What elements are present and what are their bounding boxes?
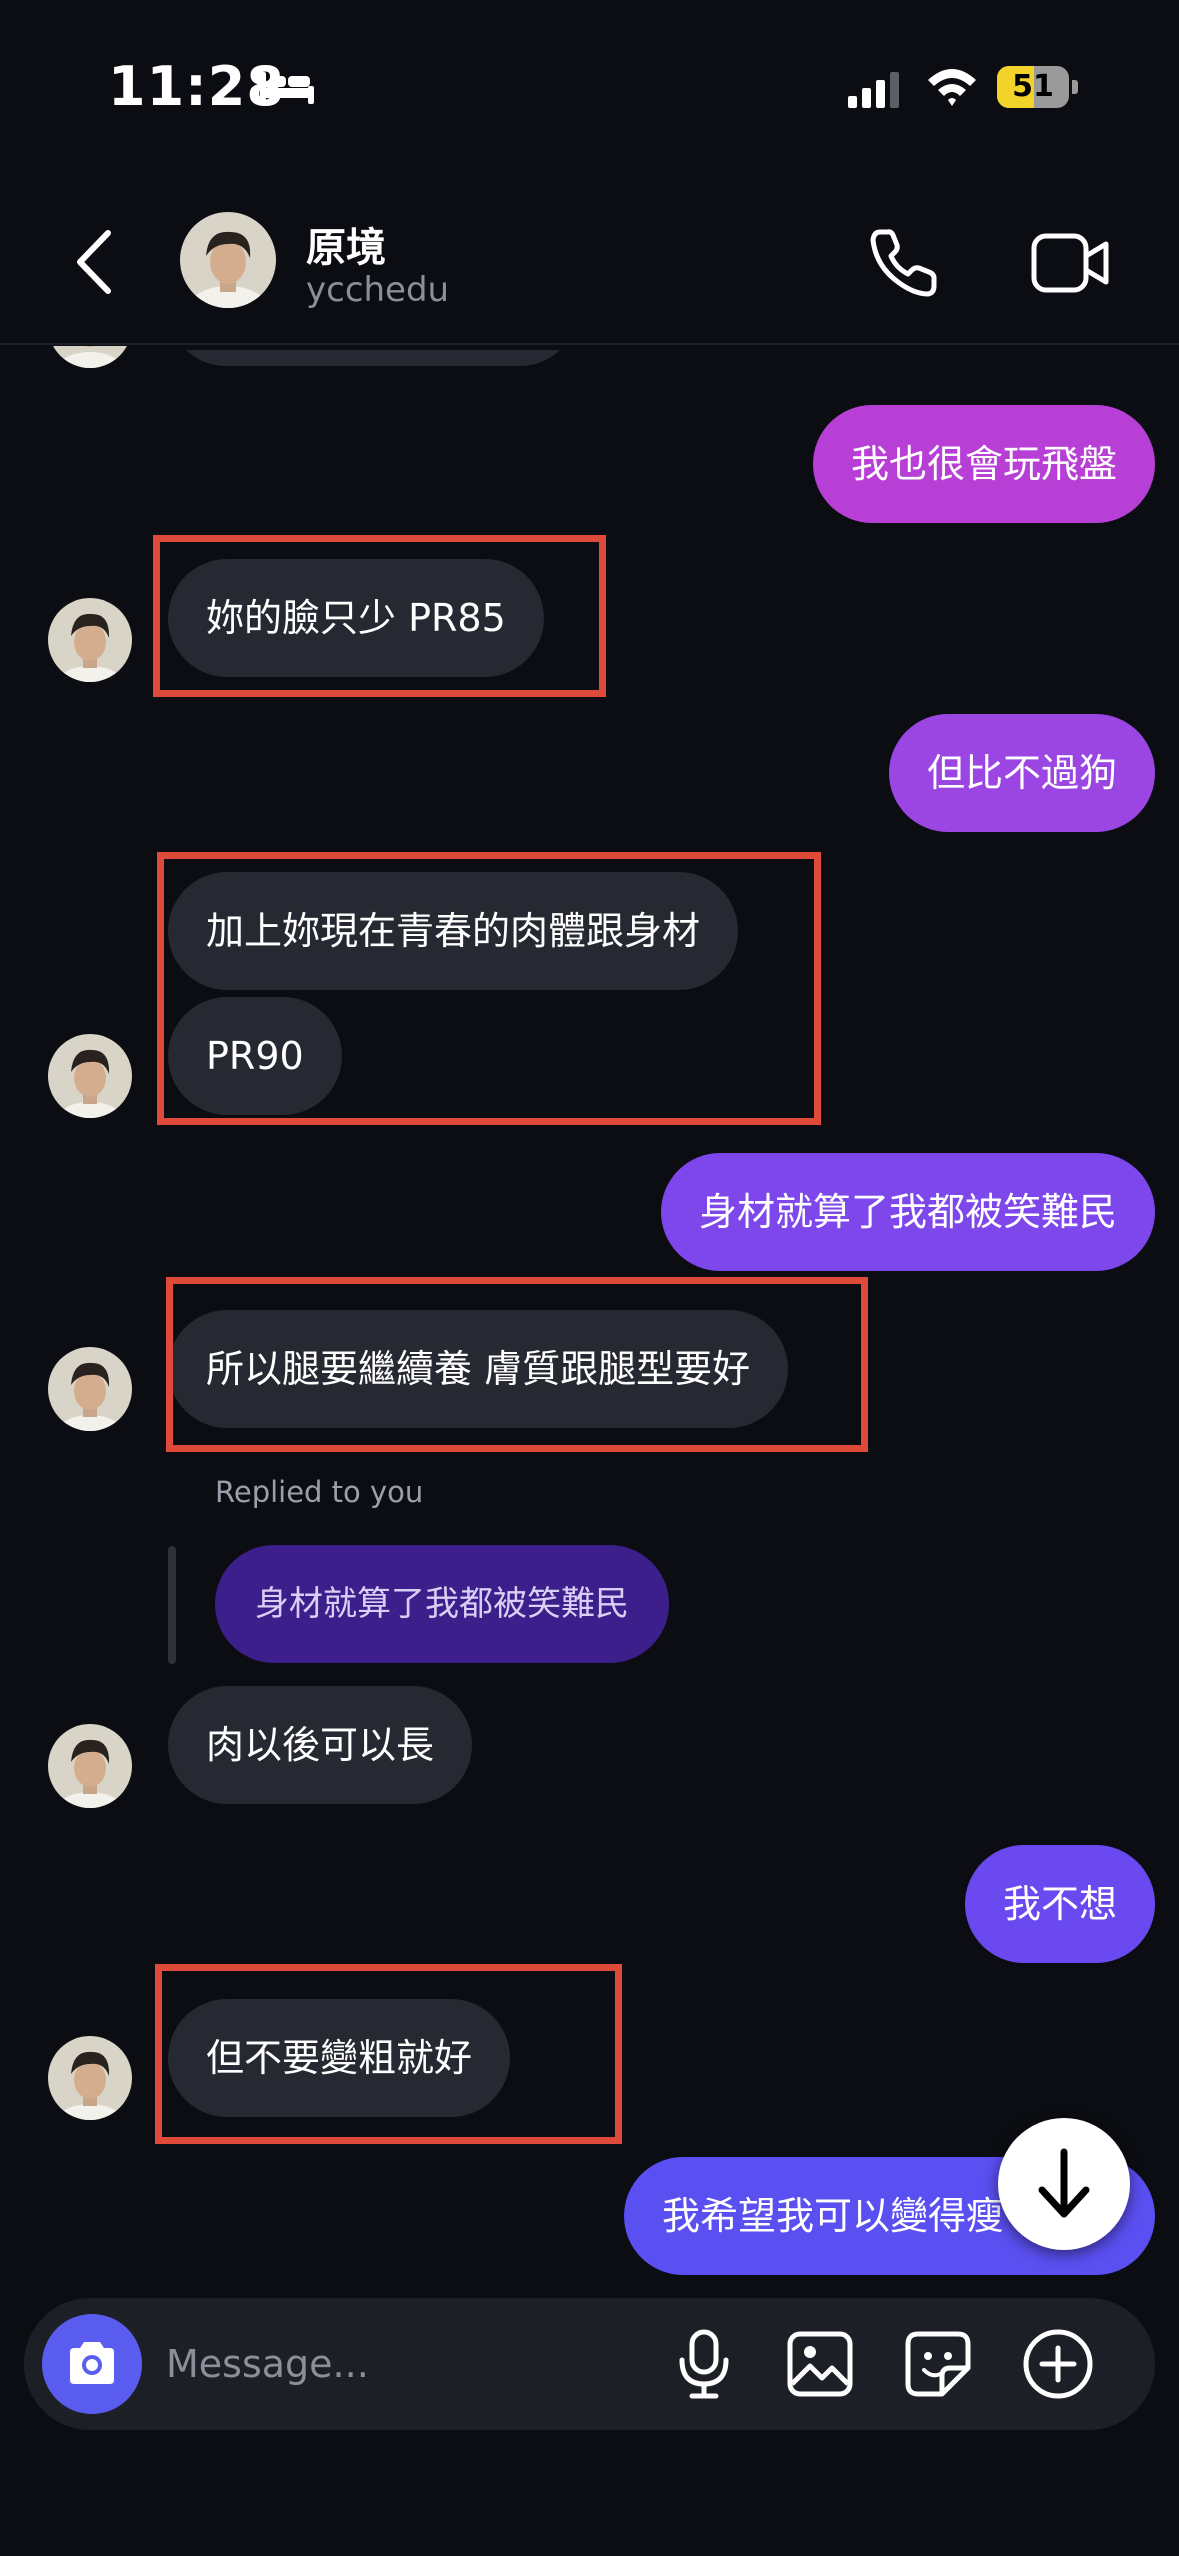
reply-indicator-bar — [168, 1546, 176, 1664]
camera-button[interactable] — [42, 2314, 142, 2414]
gallery-icon[interactable] — [786, 2330, 854, 2398]
microphone-icon[interactable] — [674, 2328, 734, 2400]
sender-avatar[interactable] — [48, 1034, 132, 1118]
sender-avatar[interactable] — [48, 1347, 132, 1431]
status-bar: 11:28 51 — [0, 0, 1179, 170]
highlight-box — [155, 1964, 622, 2144]
highlight-box — [153, 535, 606, 697]
outgoing-message[interactable]: 我也很會玩飛盤 — [812, 405, 1155, 523]
camera-icon — [70, 2342, 114, 2384]
message-input[interactable] — [166, 2324, 646, 2404]
highlight-box — [166, 1277, 868, 1452]
incoming-message[interactable]: 肉以後可以長 — [168, 1686, 473, 1804]
message-composer — [24, 2298, 1155, 2430]
add-icon[interactable] — [1022, 2328, 1094, 2400]
contact-username: ycchedu — [306, 270, 450, 310]
sender-avatar[interactable] — [48, 1724, 132, 1808]
cellular-signal-icon — [848, 72, 899, 108]
sender-avatar[interactable] — [48, 598, 132, 682]
scroll-to-bottom-button[interactable] — [998, 2118, 1130, 2250]
outgoing-message[interactable]: 但比不過狗 — [888, 714, 1155, 832]
wifi-icon — [928, 69, 976, 106]
sender-avatar[interactable] — [48, 2036, 132, 2120]
sticker-icon[interactable] — [904, 2330, 972, 2398]
video-call-icon[interactable] — [1030, 230, 1110, 296]
back-chevron-icon[interactable] — [70, 227, 120, 297]
battery-level: 51 — [1012, 69, 1054, 104]
quoted-reply-message[interactable]: 身材就算了我都被笑難民 — [215, 1545, 669, 1663]
outgoing-message[interactable]: 身材就算了我都被笑難民 — [660, 1153, 1155, 1271]
outgoing-message[interactable]: 我不想 — [964, 1845, 1155, 1963]
contact-avatar[interactable] — [180, 212, 276, 308]
contact-name: 原境 — [306, 225, 386, 271]
battery-indicator: 51 — [997, 66, 1079, 108]
sleep-focus-icon — [260, 72, 314, 104]
phone-call-icon[interactable] — [866, 226, 940, 300]
highlight-box — [157, 852, 821, 1125]
arrow-down-icon — [1038, 2148, 1090, 2218]
chat-header: 原境 ycchedu — [0, 170, 1179, 345]
reply-label: Replied to you — [215, 1475, 424, 1509]
